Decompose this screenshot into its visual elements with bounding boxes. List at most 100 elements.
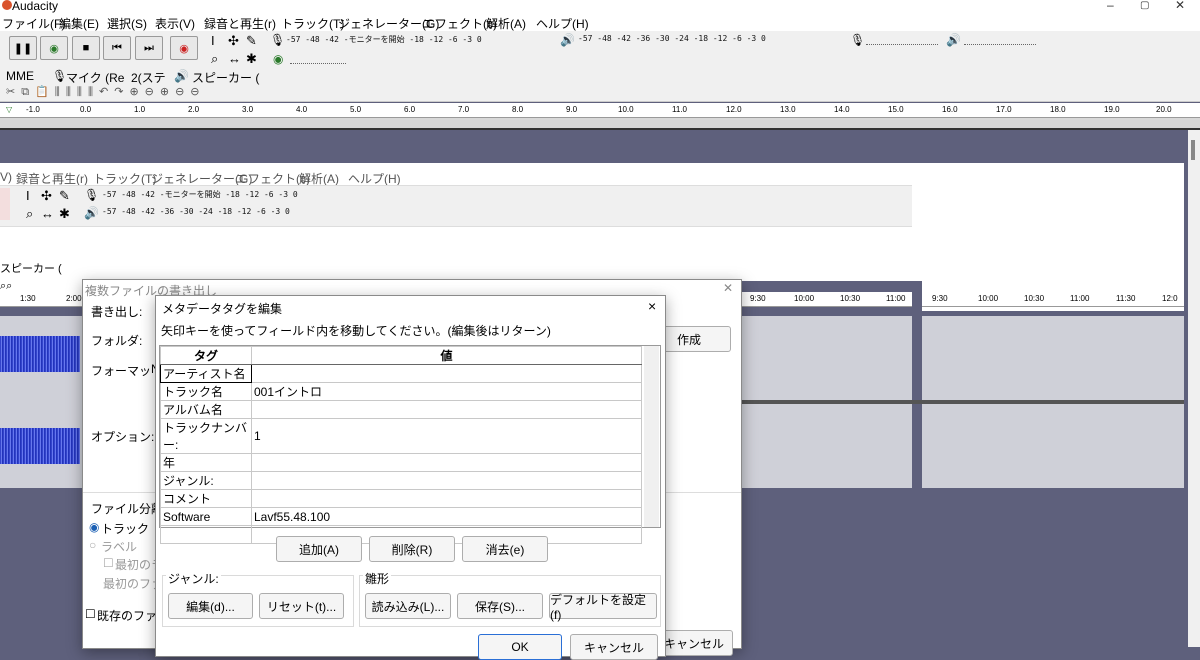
- table-row[interactable]: ジャンル:: [160, 471, 642, 490]
- close-button[interactable]: ✕: [1175, 0, 1185, 12]
- envelope-tool-icon[interactable]: ✣: [228, 33, 239, 49]
- vertical-scrollbar[interactable]: [1188, 130, 1200, 647]
- pause-button[interactable]: ❚❚: [9, 36, 37, 60]
- value-cell[interactable]: [251, 453, 642, 472]
- recording-device-select[interactable]: マイク (Re: [66, 69, 124, 86]
- recording-volume-slider[interactable]: [866, 34, 938, 45]
- third-ruler[interactable]: 9:30 10:00 10:30 11:00 11:30 12:0: [922, 292, 1184, 307]
- playback-volume-slider[interactable]: [964, 34, 1036, 45]
- set-default-button[interactable]: デフォルトを設定(f): [549, 593, 657, 622]
- menu-edit[interactable]: 編集(E): [59, 15, 99, 32]
- minimize-button[interactable]: –: [1107, 0, 1114, 12]
- waveform-left-2[interactable]: [0, 428, 80, 464]
- play-at-speed-icon[interactable]: ◉: [273, 52, 283, 66]
- table-row[interactable]: アーティスト名: [160, 364, 642, 383]
- radio-track-label[interactable]: トラック: [101, 520, 149, 537]
- grid-scrollbar[interactable]: [644, 346, 659, 527]
- metadata-close-button[interactable]: ×: [648, 298, 656, 314]
- bg-timeshift-tool-icon[interactable]: ↔: [41, 206, 54, 221]
- value-cell[interactable]: 001イントロ: [251, 382, 642, 401]
- bg-play-meter[interactable]: -57 -48 -42 -36 -30 -24 -18 -12 -6 -3 0: [102, 207, 360, 219]
- tag-cell[interactable]: 年: [160, 453, 252, 472]
- multi-tool-icon[interactable]: ✱: [246, 51, 257, 67]
- reset-genres-button[interactable]: リセット(t)...: [259, 593, 344, 619]
- table-row[interactable]: 年: [160, 453, 642, 472]
- tag-cell[interactable]: アルバム名: [160, 400, 252, 419]
- ok-button[interactable]: OK: [478, 634, 562, 660]
- bg-envelope-tool-icon[interactable]: ✣: [41, 188, 52, 204]
- host-select[interactable]: MME: [6, 69, 34, 83]
- play-button[interactable]: ◉: [40, 36, 68, 60]
- bg-zoom-tool-icon[interactable]: ⌕: [26, 206, 33, 222]
- timeshift-tool-icon[interactable]: ↔: [228, 51, 241, 66]
- value-cell[interactable]: Lavf55.48.100: [251, 507, 642, 526]
- table-row[interactable]: トラックナンバー: 1: [160, 418, 642, 454]
- bg-playback-device[interactable]: スピーカー (: [0, 260, 62, 276]
- play-meter-scale[interactable]: -57 -48 -42 -36 -30 -24 -18 -12 -6 -3 0: [578, 34, 840, 46]
- menu-view[interactable]: 表示(V): [155, 15, 195, 32]
- delete-tag-button[interactable]: 削除(R): [369, 536, 455, 562]
- bg-menu-view[interactable]: V): [0, 170, 12, 184]
- value-cell[interactable]: [251, 364, 642, 383]
- value-cell[interactable]: 1: [251, 418, 642, 454]
- tag-cell[interactable]: ジャンル:: [160, 471, 252, 490]
- tag-cell[interactable]: トラックナンバー:: [160, 418, 252, 454]
- record-meter-mic-icon[interactable]: 🎙: [270, 33, 285, 47]
- edit-toolbar-icons[interactable]: ✂⧉📋⫼⫼⫼⫼↶↷⊕⊖⊕⊖⊖: [6, 85, 206, 99]
- table-row[interactable]: アルバム名: [160, 400, 642, 419]
- channels-select[interactable]: 2(ステ: [131, 69, 166, 86]
- radio-label-icon[interactable]: ○: [89, 538, 96, 552]
- value-cell[interactable]: [251, 471, 642, 490]
- maximize-button[interactable]: ▢: [1140, 0, 1149, 11]
- waveform-left-1[interactable]: [0, 336, 80, 372]
- metadata-cancel-button[interactable]: キャンセル: [570, 634, 658, 660]
- bg-zoom-icons[interactable]: ⌕⌕: [0, 278, 82, 292]
- table-row[interactable]: Software Lavf55.48.100: [160, 507, 642, 526]
- save-template-button[interactable]: 保存(S)...: [457, 593, 543, 619]
- zoom-tool-icon[interactable]: ⌕: [211, 51, 218, 67]
- menu-help[interactable]: ヘルプ(H): [536, 15, 589, 32]
- tag-cell[interactable]: トラック名: [160, 382, 252, 401]
- add-tag-button[interactable]: 追加(A): [276, 536, 362, 562]
- scrollbar-thumb[interactable]: [1191, 140, 1195, 160]
- checkbox-first-icon[interactable]: ☐: [103, 556, 114, 570]
- bg-ruler-left[interactable]: 1:30 2:00: [0, 292, 82, 307]
- selection-tool-icon[interactable]: I: [211, 33, 215, 48]
- skip-end-button[interactable]: ⏭: [135, 36, 163, 60]
- draw-tool-icon[interactable]: ✎: [246, 33, 257, 49]
- tags-grid[interactable]: タグ 値 アーティスト名 トラック名 001イントロ アルバム名 トラックナンバー…: [159, 345, 661, 544]
- skip-start-button[interactable]: ⏮: [103, 36, 131, 60]
- record-button[interactable]: ◉: [170, 36, 198, 60]
- menu-tracks[interactable]: トラック(T): [281, 15, 344, 32]
- value-cell[interactable]: [251, 489, 642, 508]
- overwrite-checkbox-icon[interactable]: ☐: [85, 607, 96, 621]
- menu-transport[interactable]: 録音と再生(r): [204, 15, 276, 32]
- play-speed-slider[interactable]: [290, 53, 346, 64]
- menu-file[interactable]: ファイル(F): [2, 15, 65, 32]
- menu-select[interactable]: 選択(S): [107, 15, 147, 32]
- stop-button[interactable]: ■: [72, 36, 100, 60]
- tag-cell[interactable]: コメント: [160, 489, 252, 508]
- export-cancel-button[interactable]: キャンセル: [655, 630, 733, 656]
- menu-analyze[interactable]: 解析(A): [486, 15, 526, 32]
- bg-draw-tool-icon[interactable]: ✎: [59, 188, 70, 204]
- export-dialog-close-icon[interactable]: ✕: [723, 281, 733, 295]
- value-cell[interactable]: [251, 400, 642, 419]
- radio-track-icon[interactable]: ◉: [89, 520, 99, 534]
- playback-device-select[interactable]: スピーカー (: [192, 69, 259, 86]
- record-meter-scale[interactable]: -57 -48 -42 -モニターを開始 -18 -12 -6 -3 0: [286, 34, 548, 46]
- table-row[interactable]: トラック名 001イントロ: [160, 382, 642, 401]
- tag-cell[interactable]: アーティスト名: [160, 364, 252, 383]
- tag-cell[interactable]: Software: [160, 507, 252, 526]
- timeline-ruler[interactable]: ▽ -1.0 0.0 1.0 2.0 3.0 4.0 5.0 6.0 7.0 8…: [0, 103, 1200, 118]
- tag-cell[interactable]: [160, 525, 252, 544]
- tags-table[interactable]: タグ 値 アーティスト名 トラック名 001イントロ アルバム名 トラックナンバー…: [160, 346, 642, 544]
- bg-ruler-right[interactable]: 9:30 10:00 10:30 11:00: [740, 292, 912, 307]
- radio-label-label[interactable]: ラベル: [101, 538, 137, 555]
- bg-multi-tool-icon[interactable]: ✱: [59, 206, 70, 222]
- clear-tags-button[interactable]: 消去(e): [462, 536, 548, 562]
- edit-genres-button[interactable]: 編集(d)...: [168, 593, 253, 619]
- table-row[interactable]: コメント: [160, 489, 642, 508]
- bg-record-meter[interactable]: -57 -48 -42 -モニターを開始 -18 -12 -6 -3 0: [102, 189, 360, 201]
- bg-selection-tool-icon[interactable]: I: [26, 188, 30, 203]
